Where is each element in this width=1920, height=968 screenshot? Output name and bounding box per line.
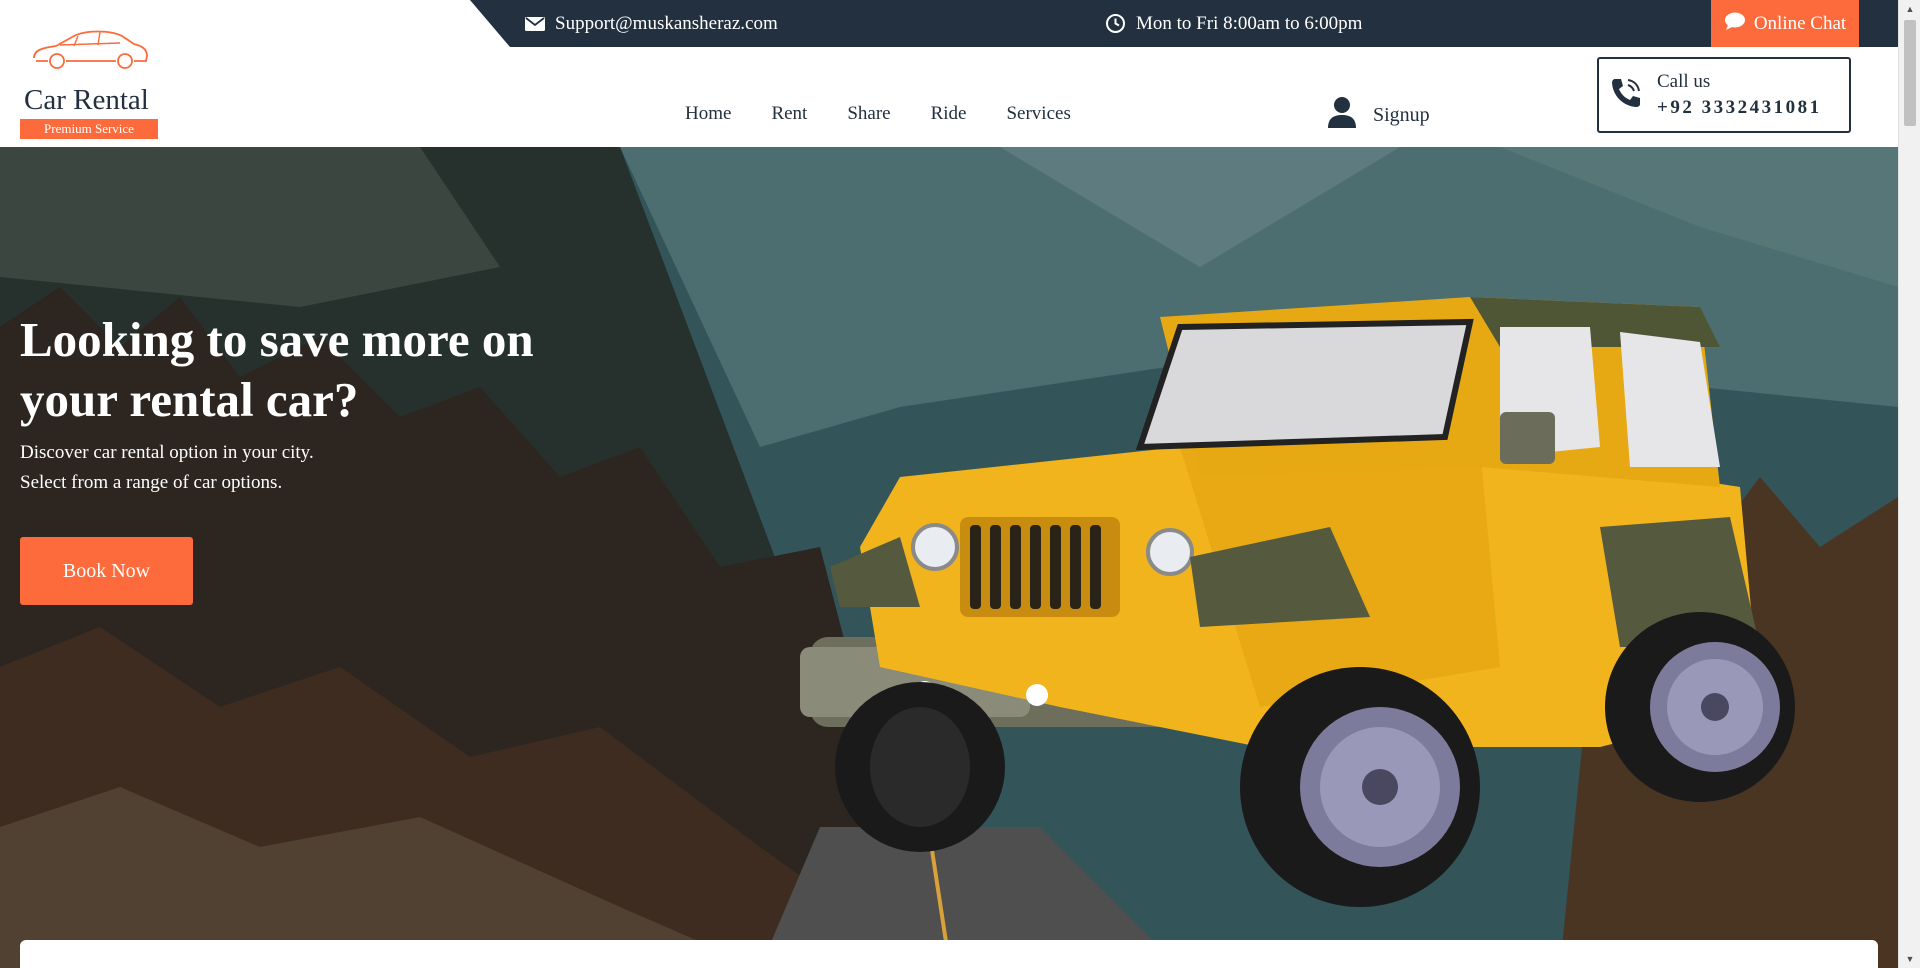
scroll-thumb[interactable]	[1904, 20, 1916, 126]
search-card	[20, 940, 1878, 968]
call-number: +92 3332431081	[1657, 97, 1822, 118]
logo-name: Car Rental	[24, 84, 149, 116]
hero-title: Looking to save more on your rental car?	[20, 312, 534, 427]
chat-bubble-icon	[1724, 11, 1746, 37]
call-us-box[interactable]: Call us +92 3332431081	[1597, 57, 1851, 133]
hero-subtitle-line1: Discover car rental option in your city.	[20, 442, 314, 463]
hero-subtitle: Discover car rental option in your city.…	[20, 438, 314, 498]
signup-link[interactable]: Signup	[1327, 96, 1430, 134]
car-outline-icon	[30, 28, 150, 75]
scroll-down-arrow-icon[interactable]: ▼	[1899, 950, 1920, 968]
support-email[interactable]: Support@muskansheraz.com	[525, 0, 778, 47]
book-now-button[interactable]: Book Now	[20, 537, 193, 605]
main-nav: Home Rent Share Ride Services	[685, 103, 1071, 125]
scroll-up-arrow-icon[interactable]: ▲	[1899, 0, 1920, 18]
page-scrollbar[interactable]: ▲ ▼	[1898, 0, 1920, 968]
envelope-icon	[525, 16, 545, 32]
nav-ride[interactable]: Ride	[931, 103, 967, 125]
hero-background-image	[0, 147, 1898, 968]
hero-subtitle-line2: Select from a range of car options.	[20, 472, 283, 493]
top-info-bar	[470, 0, 1898, 47]
online-chat-button[interactable]: Online Chat	[1711, 0, 1859, 47]
signup-label: Signup	[1373, 103, 1430, 126]
nav-home[interactable]: Home	[685, 103, 731, 125]
nav-share[interactable]: Share	[847, 103, 890, 125]
nav-services[interactable]: Services	[1006, 103, 1070, 125]
business-hours: Mon to Fri 8:00am to 6:00pm	[1105, 0, 1362, 47]
support-email-text: Support@muskansheraz.com	[555, 12, 778, 34]
clock-icon	[1105, 13, 1126, 34]
logo-tagline: Premium Service	[20, 119, 158, 139]
phone-icon	[1609, 76, 1643, 115]
online-chat-label: Online Chat	[1753, 12, 1847, 34]
call-label: Call us	[1657, 71, 1711, 92]
user-icon	[1327, 96, 1357, 134]
nav-rent[interactable]: Rent	[771, 103, 807, 125]
hero-section: Looking to save more on your rental car?…	[0, 147, 1898, 968]
business-hours-text: Mon to Fri 8:00am to 6:00pm	[1136, 12, 1363, 34]
